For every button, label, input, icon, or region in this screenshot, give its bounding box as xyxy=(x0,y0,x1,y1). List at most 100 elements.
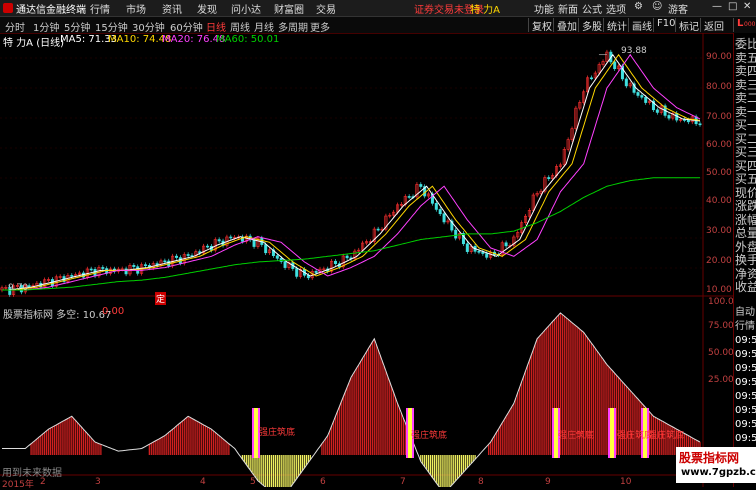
right-panel-code: 000 xyxy=(744,21,756,28)
price-tick: 30.00 xyxy=(706,226,732,236)
tick-time: 行情 xyxy=(735,321,755,332)
tick-time: 09:52 xyxy=(735,377,756,388)
date-tick: 8 xyxy=(478,477,484,487)
candle-body xyxy=(438,209,442,215)
tick-time: 09:52 xyxy=(735,363,756,374)
candle-body xyxy=(454,229,458,239)
candle-body xyxy=(283,261,287,268)
tick-time: 09:53 xyxy=(735,405,756,416)
candle-body xyxy=(477,251,481,253)
quote-label: 换手 xyxy=(735,253,756,267)
date-tick: 10 xyxy=(620,477,632,487)
signal-text: 强庄筑底 xyxy=(259,428,296,438)
candle-body xyxy=(333,260,337,264)
ma20-line xyxy=(2,53,701,291)
candle-body xyxy=(465,243,469,252)
date-tick: 5 xyxy=(250,477,256,487)
price-tick: 70.00 xyxy=(706,112,732,122)
candle-body xyxy=(434,203,438,210)
quote-label: 外盘 xyxy=(735,239,756,254)
candle-body xyxy=(407,196,411,198)
tick-time: 09:52 xyxy=(735,391,756,402)
candle-body xyxy=(624,78,628,87)
candle-body xyxy=(686,119,690,123)
candle-body xyxy=(143,264,147,266)
quote-label: 净资 xyxy=(735,266,756,281)
quote-label: 买三 xyxy=(735,145,756,159)
candle-body xyxy=(89,268,93,271)
ding-marker: 定 xyxy=(155,292,167,305)
quote-label: 卖一 xyxy=(735,104,756,119)
quote-label: 收益 xyxy=(735,280,756,294)
candle-body xyxy=(27,285,31,287)
watermark: 股票指标网 www.7gpzb.com xyxy=(676,447,756,483)
candle-body xyxy=(295,268,299,277)
price-tick: 40.00 xyxy=(706,196,732,206)
high-price-label: 93.88 xyxy=(621,46,647,56)
candle-body xyxy=(442,213,446,223)
chart-canvas[interactable] xyxy=(0,0,733,487)
candle-body xyxy=(229,236,233,239)
ma10-line xyxy=(2,53,701,291)
candle-body xyxy=(644,96,648,103)
quote-label: 卖三 xyxy=(735,77,756,92)
quote-label: 买四 xyxy=(735,158,756,173)
price-tick: 50.00 xyxy=(706,168,732,178)
date-tick: 2 xyxy=(40,477,46,487)
date-tick: 6 xyxy=(320,477,326,487)
signal-text: 强庄筑底 xyxy=(558,431,595,441)
tick-time: 09:51 xyxy=(735,349,756,360)
tick-time: 09:53 xyxy=(735,433,756,444)
quote-label: 买五 xyxy=(735,172,756,186)
candle-body xyxy=(264,244,268,254)
indicator-extra: 0.00 xyxy=(102,306,125,317)
indicator-tick: 100.0 xyxy=(708,297,734,307)
candle-body xyxy=(481,251,485,254)
price-tick: 80.00 xyxy=(706,82,732,92)
indicator-tick: 75.00 xyxy=(708,321,734,331)
low-price-label: 9.70 xyxy=(8,283,29,293)
candle-body xyxy=(70,275,74,277)
date-tick: 7 xyxy=(400,477,406,487)
signal-bar xyxy=(254,408,258,458)
candle-body xyxy=(655,109,659,113)
candle-body xyxy=(345,255,349,259)
candle-body xyxy=(206,245,210,248)
indicator-title: 股票指标网 多空: 10.67 xyxy=(3,310,112,321)
date-tick: 4 xyxy=(200,477,206,487)
candle-body xyxy=(175,255,179,258)
candle-body xyxy=(547,177,551,179)
candle-body xyxy=(419,184,423,187)
date-tick: 3 xyxy=(95,477,101,487)
candle-body xyxy=(275,255,279,259)
signal-text: 强庄筑底 xyxy=(648,431,685,441)
price-tick: 60.00 xyxy=(706,140,732,150)
signal-bar xyxy=(610,408,614,458)
candle-body xyxy=(217,239,221,242)
indicator-tick: 50.00 xyxy=(708,348,734,358)
candle-body xyxy=(504,242,508,247)
price-tick: 10.00 xyxy=(706,285,732,295)
quote-label: 卖五 xyxy=(735,50,756,65)
tick-time: 09:51 xyxy=(735,335,756,346)
price-tick: 20.00 xyxy=(706,256,732,266)
date-tick: 9 xyxy=(545,477,551,487)
quote-label: 总量 xyxy=(735,226,756,240)
candle-body xyxy=(376,228,380,231)
candle-body xyxy=(163,260,167,263)
close-icon[interactable]: ✕ xyxy=(743,1,751,12)
candle-body xyxy=(186,254,190,256)
quote-label: 卖四 xyxy=(735,64,756,78)
candle-body xyxy=(314,270,318,273)
candle-body xyxy=(132,265,136,267)
tick-time: 自动 xyxy=(735,307,755,318)
candle-body xyxy=(613,61,617,70)
candle-body xyxy=(698,123,702,126)
date-tick: 2015年 xyxy=(2,480,34,490)
watermark-title: 股票指标网 xyxy=(679,451,740,465)
candle-body xyxy=(640,95,644,98)
ma5-line xyxy=(2,53,701,291)
price-tick: 90.00 xyxy=(706,52,732,62)
candle-body xyxy=(485,253,489,258)
indicator-tick: 25.00 xyxy=(708,375,734,385)
